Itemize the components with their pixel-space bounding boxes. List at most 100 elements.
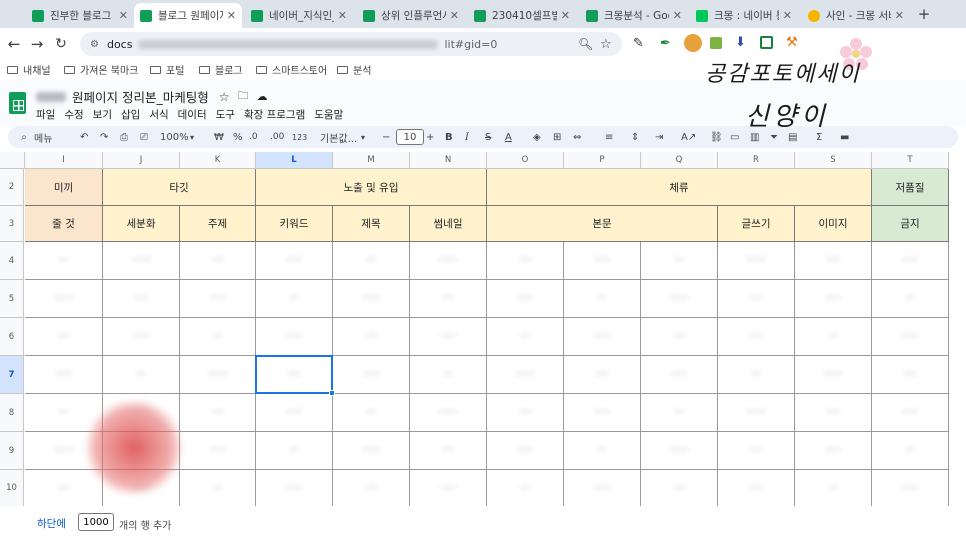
header-cell[interactable]: 저품질 — [872, 169, 949, 206]
table-cell[interactable]: ···· — [410, 432, 487, 470]
increase-decimal-button[interactable]: .00 — [270, 129, 284, 145]
table-cell[interactable]: ····· — [103, 318, 180, 356]
row-header[interactable]: 8 — [0, 394, 24, 432]
font-size-input[interactable]: 10 — [396, 129, 424, 145]
cloud-status-icon[interactable]: ☁ — [257, 90, 268, 103]
print-icon[interactable]: ⎙ — [120, 129, 128, 145]
header-cell[interactable]: 체류 — [487, 169, 872, 206]
column-header[interactable]: N — [410, 152, 487, 169]
menu-item[interactable]: 수정 — [64, 107, 83, 122]
browser-tab[interactable]: 사인 - 크몽 서비 ✕ — [802, 3, 910, 28]
table-cell[interactable]: ····· — [410, 318, 487, 356]
bookmark-folder[interactable]: 블로그 — [199, 62, 243, 77]
table-cell[interactable]: ······ — [564, 318, 641, 356]
table-cell[interactable]: ······ — [410, 242, 487, 280]
table-cell[interactable]: ······ — [641, 280, 718, 318]
menu-item[interactable]: 도움말 — [314, 107, 343, 122]
move-folder-icon[interactable]: 🗀 — [238, 87, 249, 106]
table-cell[interactable]: ··· — [872, 432, 949, 470]
table-cell[interactable]: ····· — [795, 432, 872, 470]
column-header[interactable]: R — [718, 152, 795, 169]
table-cell[interactable]: ······ — [256, 470, 333, 507]
table-cell[interactable]: ··· — [333, 394, 410, 432]
header-cell[interactable]: 썸네일 — [410, 206, 487, 242]
image-extension-icon[interactable] — [710, 37, 722, 49]
header-cell[interactable]: 세분화 — [103, 206, 180, 242]
font-size-decrease-button[interactable]: − — [382, 129, 390, 145]
table-cell[interactable]: ···· — [564, 356, 641, 394]
search-icon[interactable]: ⌕ — [18, 129, 30, 145]
column-header[interactable]: L — [256, 152, 333, 169]
table-cell[interactable]: ··· — [256, 432, 333, 470]
insert-link-icon[interactable]: ⛓ — [710, 129, 723, 145]
input-tools-icon[interactable]: ▬ — [840, 129, 849, 145]
row-header[interactable]: 3 — [0, 206, 24, 242]
browser-tab[interactable]: 상위 인플루언서 ✕ — [357, 3, 465, 28]
table-cell[interactable]: ···· — [333, 470, 410, 507]
vertical-align-icon[interactable]: ⇕ — [631, 129, 639, 145]
site-info-icon[interactable]: ⚙ — [90, 39, 99, 50]
zoom-dropdown-icon[interactable]: ▾ — [190, 129, 194, 145]
table-cell[interactable]: ··· — [103, 356, 180, 394]
bookmark-star-icon[interactable]: ☆ — [600, 37, 612, 52]
table-cell[interactable]: ······ — [333, 280, 410, 318]
url-field[interactable]: ⚙ docs lit#gid=0 🔍︎ ☆ — [80, 32, 622, 56]
menu-item[interactable]: 파일 — [36, 107, 55, 122]
table-cell[interactable]: ··· — [564, 432, 641, 470]
add-extension-icon[interactable] — [760, 36, 773, 49]
table-cell[interactable]: ···· — [795, 242, 872, 280]
tab-close-icon[interactable]: ✕ — [895, 9, 904, 22]
menu-item[interactable]: 데이터 — [178, 107, 207, 122]
row-header[interactable]: 2 — [0, 169, 24, 206]
column-header[interactable]: M — [333, 152, 410, 169]
table-cell[interactable]: ······ — [564, 470, 641, 507]
bold-button[interactable]: B — [445, 129, 453, 145]
select-all-corner[interactable] — [0, 152, 25, 169]
table-cell[interactable]: ··· — [25, 242, 103, 280]
table-cell[interactable]: ····· — [718, 318, 795, 356]
bookmark-folder[interactable]: 내채널 — [7, 62, 51, 77]
sheets-logo-icon[interactable] — [9, 92, 26, 114]
back-icon[interactable]: ← — [4, 34, 24, 54]
row-count-input[interactable] — [78, 513, 114, 531]
table-cell[interactable]: ····· — [564, 242, 641, 280]
column-header[interactable]: T — [872, 152, 949, 169]
table-cell[interactable]: ······ — [795, 356, 872, 394]
table-cell[interactable]: ···· — [641, 470, 718, 507]
header-cell[interactable]: 제목 — [333, 206, 410, 242]
table-cell[interactable]: ··· — [795, 318, 872, 356]
table-cell[interactable]: ···· — [872, 356, 949, 394]
fill-handle[interactable] — [329, 390, 335, 396]
table-cell[interactable]: ··· — [256, 280, 333, 318]
table-cell[interactable]: ······ — [487, 356, 564, 394]
column-header[interactable]: S — [795, 152, 872, 169]
percent-button[interactable]: % — [233, 129, 243, 145]
undo-icon[interactable]: ↶ — [80, 129, 88, 145]
table-cell[interactable]: ···· — [333, 318, 410, 356]
table-cell[interactable]: ···· — [103, 280, 180, 318]
table-cell[interactable]: ··· — [180, 470, 256, 507]
text-rotation-icon[interactable]: A↗ — [681, 129, 696, 145]
decrease-decimal-button[interactable]: .0 — [249, 129, 258, 145]
table-cell[interactable]: ···· — [25, 318, 103, 356]
table-cell[interactable]: ····· — [487, 432, 564, 470]
horizontal-align-icon[interactable]: ≡ — [605, 129, 613, 145]
bookmark-folder[interactable]: 스마트스토어 — [256, 62, 327, 77]
paint-format-icon[interactable]: ⎚ — [140, 129, 148, 145]
text-color-button[interactable]: A — [505, 129, 512, 145]
table-cell[interactable]: ···· — [410, 280, 487, 318]
table-cell[interactable]: ···· — [718, 432, 795, 470]
merge-cells-icon[interactable]: ⇔ — [573, 129, 581, 145]
menu-item[interactable]: 보기 — [93, 107, 112, 122]
header-cell[interactable]: 타깃 — [103, 169, 256, 206]
table-cell[interactable]: ····· — [180, 280, 256, 318]
font-size-increase-button[interactable]: + — [426, 129, 434, 145]
text-wrap-icon[interactable]: ⇥ — [655, 129, 663, 145]
currency-button[interactable]: ₩ — [214, 129, 224, 145]
table-cell[interactable]: ····· — [180, 432, 256, 470]
browser-tab[interactable]: 크몽분석 - Goo ✕ — [580, 3, 688, 28]
table-cell[interactable]: ··· — [487, 318, 564, 356]
table-cell[interactable]: ····· — [641, 356, 718, 394]
column-header[interactable]: Q — [641, 152, 718, 169]
column-header[interactable]: P — [564, 152, 641, 169]
